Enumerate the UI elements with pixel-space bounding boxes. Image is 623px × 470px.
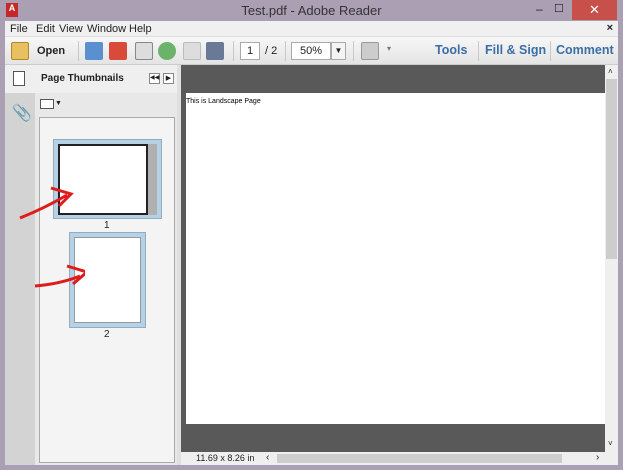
divider xyxy=(78,41,79,61)
scroll-left-icon[interactable]: ‹ xyxy=(266,452,269,463)
document-page xyxy=(186,93,605,424)
page-total: / 2 xyxy=(265,45,278,57)
maximize-button[interactable]: ☐ xyxy=(554,2,564,15)
zoom-input[interactable]: 50% xyxy=(291,42,331,60)
tools-button[interactable]: Tools xyxy=(435,43,467,57)
menu-help[interactable]: Help xyxy=(129,23,152,35)
page-thumbnails-icon[interactable] xyxy=(13,71,25,86)
paperclip-icon[interactable]: 📎 xyxy=(12,103,32,123)
arrow-annotation-2 xyxy=(34,264,85,288)
minimize-button[interactable]: – xyxy=(536,2,543,16)
create-pdf-icon[interactable] xyxy=(85,42,103,60)
arrow-annotation-1 xyxy=(19,186,74,220)
menu-edit[interactable]: Edit xyxy=(36,23,55,35)
open-button[interactable]: Open xyxy=(37,45,65,57)
cloud-upload-icon[interactable] xyxy=(158,42,176,60)
divider xyxy=(285,41,286,61)
red-arrow-annotations xyxy=(19,186,85,288)
page-text: This is Landscape Page xyxy=(186,98,261,105)
save-icon[interactable] xyxy=(183,42,201,60)
comment-button[interactable]: Comment xyxy=(556,43,614,57)
menu-bar: File Edit View Window Help × xyxy=(5,21,618,37)
thumbnail-shadow xyxy=(148,144,157,215)
page-number-input[interactable]: 1 xyxy=(240,42,260,60)
divider xyxy=(233,41,234,61)
status-bar: 11.69 x 8.26 in ‹ › xyxy=(181,452,618,465)
scroll-right-icon[interactable]: › xyxy=(596,452,599,463)
toolbar-overflow-icon[interactable]: ▾ xyxy=(387,44,391,53)
panel-header: Page Thumbnails ◀◀ ▶ xyxy=(5,65,177,93)
fill-sign-button[interactable]: Fill & Sign xyxy=(485,43,546,57)
page-size: 11.69 x 8.26 in xyxy=(196,453,255,463)
menu-window[interactable]: Window xyxy=(87,23,126,35)
thumbnail-label: 1 xyxy=(104,220,110,231)
scroll-thumb[interactable] xyxy=(606,79,617,259)
scroll-down-icon[interactable]: ˅ xyxy=(608,439,613,448)
horizontal-scroll-thumb[interactable] xyxy=(277,454,562,463)
folder-icon[interactable] xyxy=(11,42,29,60)
fit-page-icon[interactable] xyxy=(361,42,379,60)
title-bar: A Test.pdf - Adobe Reader – ☐ ✕ xyxy=(0,0,623,21)
divider xyxy=(550,41,551,61)
thumbnail-label: 2 xyxy=(104,329,110,340)
close-button[interactable]: ✕ xyxy=(572,0,617,20)
export-pdf-icon[interactable] xyxy=(109,42,127,60)
print-icon[interactable] xyxy=(206,42,224,60)
panel-title: Page Thumbnails xyxy=(41,73,124,84)
close-document-button[interactable]: × xyxy=(607,22,613,34)
zoom-dropdown-chevron-icon[interactable]: ▼ xyxy=(331,42,346,60)
options-chevron-down-icon[interactable]: ▼ xyxy=(55,100,62,107)
divider xyxy=(478,41,479,61)
edit-icon[interactable] xyxy=(135,42,153,60)
menu-file[interactable]: File xyxy=(10,23,28,35)
scroll-up-icon[interactable]: ˄ xyxy=(608,67,613,76)
divider xyxy=(353,41,354,61)
thumbnail-options-icon[interactable] xyxy=(40,99,54,109)
expand-panel-icon[interactable]: ▶ xyxy=(163,73,174,84)
vertical-scrollbar[interactable]: ˄ ˅ xyxy=(605,65,618,452)
menu-view[interactable]: View xyxy=(59,23,83,35)
collapse-panel-icon[interactable]: ◀◀ xyxy=(149,73,160,84)
window-title: Test.pdf - Adobe Reader xyxy=(241,3,382,18)
toolbar: Open 1 / 2 50% ▼ ▾ Tools Fill & Sign Com… xyxy=(5,37,618,65)
